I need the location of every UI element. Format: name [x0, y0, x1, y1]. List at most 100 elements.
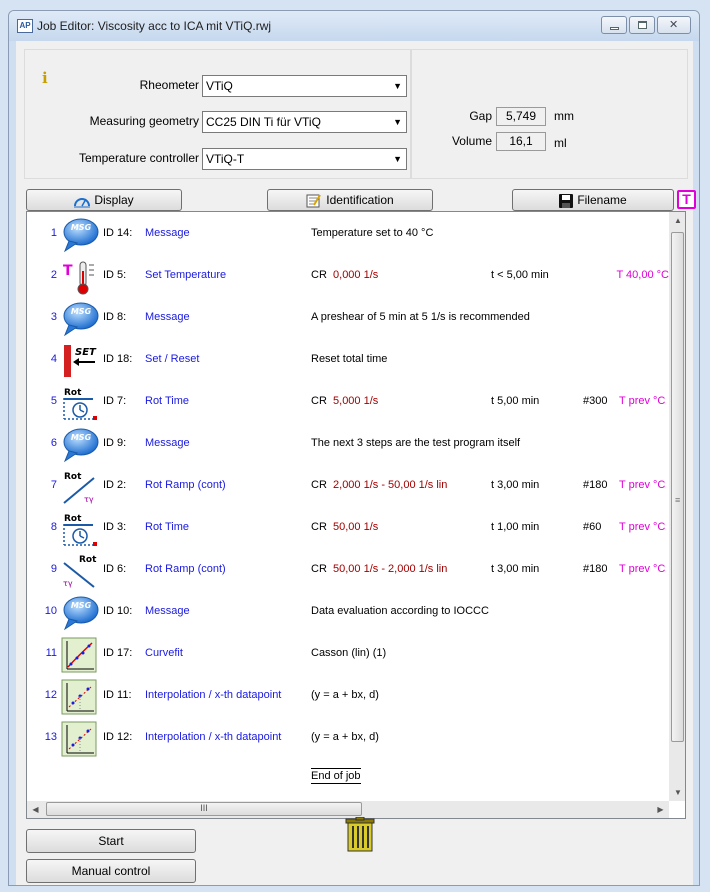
step-time: t < 5,00 min [491, 269, 549, 281]
job-step-row[interactable]: 8 Rot ID 3: Rot Time CR 50,00 1/s t 1,00 min #… [27, 508, 669, 550]
job-step-row[interactable]: 13 ID 12: Interpolation / x-th datapoint (y… [27, 718, 669, 760]
client-area: i Rheometer VTiQ ▼ Measuring geometry CC2… [16, 41, 696, 885]
dropdown-arrow-icon: ▼ [393, 154, 402, 164]
display-label: Display [94, 193, 134, 207]
step-number: 13 [44, 731, 57, 743]
step-id: ID 11: [103, 689, 132, 701]
job-step-row[interactable]: 4 SET ID 18: Set / Reset Reset total time [27, 340, 669, 382]
gap-label: Gap [469, 109, 492, 123]
temp-controller-select[interactable]: VTiQ-T ▼ [202, 148, 407, 170]
scroll-up-icon[interactable]: ▲ [670, 212, 685, 229]
step-description: CR 2,000 1/s - 50,00 1/s lin [311, 479, 447, 491]
job-editor-window: AP Job Editor: Viscosity acc to ICA mit … [8, 10, 700, 886]
vertical-scrollbar[interactable]: ▲ ≡ ▼ [669, 212, 685, 801]
horizontal-scrollbar-thumb[interactable]: III [46, 802, 362, 816]
temperature-toggle-button[interactable]: T [677, 190, 696, 209]
svg-text:Rot: Rot [64, 514, 82, 524]
geometry-select[interactable]: CC25 DIN Ti für VTiQ ▼ [202, 111, 407, 133]
step-mode: CR [311, 563, 327, 575]
rheometer-select[interactable]: VTiQ ▼ [202, 75, 407, 97]
svg-text:MSG: MSG [71, 433, 92, 442]
svg-text:τγ: τγ [84, 495, 94, 504]
job-step-row[interactable]: 3 MSG ID 8: Message A preshear of 5 min at 5… [27, 298, 669, 340]
step-name[interactable]: Message [145, 311, 190, 323]
step-description: The next 3 steps are the test program it… [311, 437, 521, 449]
step-time: t 5,00 min [491, 395, 540, 407]
step-description: Data evaluation according to IOCCC [311, 605, 489, 617]
job-step-row[interactable]: 5 Rot ID 7: Rot Time CR 5,000 1/s t 5,00 min #… [27, 382, 669, 424]
step-name[interactable]: Interpolation / x-th datapoint [145, 689, 281, 701]
close-button[interactable] [657, 16, 691, 34]
step-name[interactable]: Rot Time [145, 521, 189, 533]
scrollbar-thumb[interactable]: ≡ [671, 232, 684, 742]
job-step-row[interactable]: 10 MSG ID 10: Message Data evaluation accord… [27, 592, 669, 634]
identification-button[interactable]: Identification [267, 189, 433, 211]
job-step-row[interactable]: 11 ID 17: Curvefit Casson (lin) (1) [27, 634, 669, 676]
trash-bin-icon[interactable] [344, 817, 376, 853]
step-temperature: T prev °C [619, 521, 666, 533]
gap-volume-panel: Gap 5,749 mm Volume 16,1 ml [411, 49, 688, 179]
step-name[interactable]: Message [145, 437, 190, 449]
step-number: 8 [50, 521, 57, 533]
gap-unit: mm [554, 109, 574, 123]
job-step-row[interactable]: 1 MSG ID 14: Message Temperature set to 40 °… [27, 214, 669, 256]
step-temperature: T prev °C [619, 563, 666, 575]
filename-button[interactable]: Filename [512, 189, 674, 211]
step-name[interactable]: Rot Ramp (cont) [145, 479, 226, 491]
job-step-row[interactable]: 12 ID 11: Interpolation / x-th datapoint (y… [27, 676, 669, 718]
volume-label: Volume [451, 134, 492, 148]
job-step-row[interactable]: 7 Rot τγ ID 2: Rot Ramp (cont) CR 2,000 1/s -… [27, 466, 669, 508]
step-name[interactable]: Rot Time [145, 395, 189, 407]
step-time: t 1,00 min [491, 521, 540, 533]
step-mode: CR [311, 269, 327, 281]
job-steps-list[interactable]: 13 ID 12: Interpolation / x-th datapoint (y… [26, 211, 686, 819]
title-bar[interactable]: AP Job Editor: Viscosity acc to ICA mit … [9, 11, 699, 41]
job-step-row[interactable]: 9 Rot τγ ID 6: Rot Ramp (cont) CR 50,00 1/s -… [27, 550, 669, 592]
step-id: ID 6: [103, 563, 127, 575]
job-step-row[interactable]: 2 T ID 5: Set Temperature CR 0,000 1/s t < 5,… [27, 256, 669, 298]
step-description: CR 50,00 1/s [311, 521, 378, 533]
step-temperature: T prev °C [619, 479, 666, 491]
maximize-button[interactable] [629, 16, 655, 34]
display-button[interactable]: Display [26, 189, 182, 211]
job-step-row[interactable]: 6 MSG ID 9: Message The next 3 steps are the… [27, 424, 669, 466]
step-time: t 3,00 min [491, 563, 540, 575]
step-name[interactable]: Curvefit [145, 647, 183, 659]
step-number: 1 [50, 227, 57, 239]
step-shear-rate: 50,00 1/s [333, 521, 379, 533]
scroll-left-icon[interactable]: ◀ [27, 801, 44, 818]
temp-controller-value: VTiQ-T [206, 152, 245, 166]
step-name[interactable]: Rot Ramp (cont) [145, 563, 226, 575]
step-points: #60 [583, 521, 602, 533]
scroll-right-icon[interactable]: ▶ [652, 801, 669, 818]
step-name[interactable]: Message [145, 605, 190, 617]
step-id: ID 17: [103, 647, 133, 659]
step-temperature: T prev °C [619, 395, 666, 407]
dropdown-arrow-icon: ▼ [393, 117, 402, 127]
step-shear-rate: 5,000 1/s [333, 395, 379, 407]
rot-ramp-down-icon: Rot τγ [61, 553, 99, 589]
step-name[interactable]: Set / Reset [145, 353, 199, 365]
step-shear-rate: 0,000 1/s [333, 269, 379, 281]
config-panel: i Rheometer VTiQ ▼ Measuring geometry CC2… [24, 49, 411, 179]
step-number: 5 [50, 395, 57, 407]
step-id: ID 8: [103, 311, 127, 323]
volume-unit: ml [554, 136, 567, 150]
scroll-down-icon[interactable]: ▼ [670, 784, 685, 801]
start-button[interactable]: Start [26, 829, 196, 853]
identification-icon [306, 194, 322, 208]
message-icon: MSG [61, 427, 99, 463]
step-points: #180 [583, 479, 608, 491]
step-description: CR 5,000 1/s [311, 395, 378, 407]
minimize-button[interactable] [601, 16, 627, 34]
manual-control-button[interactable]: Manual control [26, 859, 196, 883]
step-name[interactable]: Interpolation / x-th datapoint [145, 731, 281, 743]
rheometer-value: VTiQ [206, 79, 233, 93]
step-points: #180 [583, 563, 608, 575]
set-reset-icon: SET [61, 343, 99, 379]
step-name[interactable]: Set Temperature [145, 269, 226, 281]
horizontal-scrollbar[interactable]: ◀ III ▶ [27, 801, 669, 818]
thermometer-icon: T [61, 259, 99, 295]
step-name[interactable]: Message [145, 227, 190, 239]
step-number: 12 [44, 689, 57, 701]
